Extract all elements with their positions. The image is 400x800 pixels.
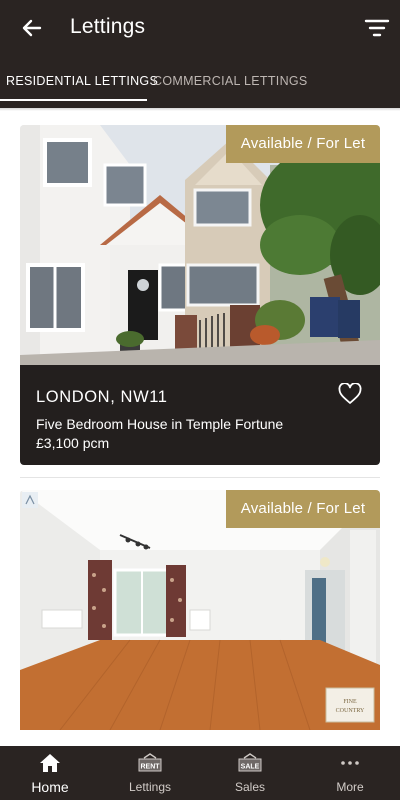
sale-sign-icon: SALE [238,753,262,772]
tab-commercial-lettings[interactable]: COMMERCIAL LETTINGS [153,74,308,88]
nav-lettings[interactable]: RENT Lettings [100,746,200,800]
nav-more-label: More [336,780,364,794]
favorite-button[interactable] [338,382,362,405]
availability-badge: Available / For Let [226,125,380,163]
svg-text:RENT: RENT [140,764,160,771]
rent-sign-icon: RENT [138,753,162,772]
listing-price: £3,100 pcm [36,435,110,451]
app-header: Lettings [0,0,400,56]
home-icon [40,754,60,772]
nav-sales[interactable]: SALE Sales [200,746,300,800]
filter-button[interactable] [364,16,390,40]
heart-outline-icon [338,382,362,404]
tab-bar-shadow [0,108,400,111]
listing-description: Five Bedroom House in Temple Fortune [36,416,284,432]
nav-lettings-label: Lettings [128,780,172,794]
page-title: Lettings [70,15,146,38]
listing-divider [20,477,380,478]
nav-more[interactable]: More [300,746,400,800]
tab-residential-lettings[interactable]: RESIDENTIAL LETTINGS [6,74,158,88]
availability-badge: Available / For Let [226,490,380,528]
watermark-line-2: COUNTRY [336,708,365,714]
active-tab-indicator [0,99,147,101]
bottom-navigation: Home RENT Lettings SALE Sales More [0,746,400,800]
listing-location: LONDON, NW11 [36,388,168,406]
listing-card[interactable]: FINE COUNTRY Available / For Let [20,490,380,750]
filter-icon [364,19,390,37]
listing-info: LONDON, NW11 Five Bedroom House in Templ… [20,365,380,465]
watermark-line-1: FINE [343,699,357,705]
nav-home[interactable]: Home [0,746,100,800]
nav-home-label: Home [31,779,69,795]
arrow-left-icon [22,19,42,37]
nav-sales-label: Sales [234,780,266,794]
listing-card[interactable]: Available / For Let LONDON, NW11 Five Be… [20,125,380,465]
more-dots-icon [341,761,359,765]
back-button[interactable] [16,14,46,42]
svg-text:SALE: SALE [241,764,260,771]
